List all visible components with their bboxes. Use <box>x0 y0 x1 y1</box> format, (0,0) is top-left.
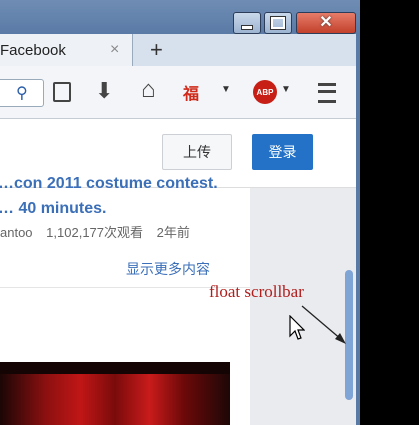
home-icon[interactable]: ⌂ <box>141 76 156 104</box>
video-thumbnail-top <box>0 362 230 374</box>
reader-view-icon[interactable] <box>53 82 71 102</box>
video-author[interactable]: antoo <box>0 225 33 240</box>
upload-button[interactable]: 上传 <box>162 134 232 170</box>
close-window-button[interactable]: ✕ <box>296 12 356 34</box>
chevron-down-icon[interactable]: ▼ <box>281 84 291 95</box>
tab-title: Facebook <box>0 42 66 59</box>
search-icon[interactable]: ⚲ <box>16 83 28 103</box>
chevron-down-icon[interactable]: ▼ <box>221 84 231 95</box>
show-more-link[interactable]: 显示更多内容 <box>126 259 210 279</box>
video-meta: antoo 1,102,177次观看 2年前 <box>0 222 190 241</box>
window-border <box>356 34 360 425</box>
tab-close-icon[interactable]: × <box>110 41 119 59</box>
adblock-plus-icon[interactable]: ABP <box>253 80 277 104</box>
close-icon: ✕ <box>319 14 333 31</box>
download-icon[interactable]: ⬇ <box>95 78 113 104</box>
video-title-line-1[interactable]: …con 2011 costume contest. <box>0 175 248 193</box>
hamburger-menu-icon[interactable] <box>318 83 336 103</box>
video-title-line-2[interactable]: … 40 minutes. <box>0 200 106 218</box>
annotation-label: float scrollbar <box>209 282 304 301</box>
new-tab-button[interactable]: + <box>150 37 163 63</box>
maximize-icon <box>270 16 286 30</box>
arrow-icon <box>301 305 346 344</box>
minimize-button[interactable] <box>233 12 261 34</box>
fu-extension-icon[interactable]: 福 <box>183 80 199 104</box>
abp-label: ABP <box>256 87 274 97</box>
video-views: 1,102,177次观看 <box>46 225 144 240</box>
video-age: 2年前 <box>156 225 190 240</box>
minimize-icon <box>241 24 253 30</box>
maximize-button[interactable] <box>264 12 292 34</box>
login-button[interactable]: 登录 <box>252 134 313 170</box>
